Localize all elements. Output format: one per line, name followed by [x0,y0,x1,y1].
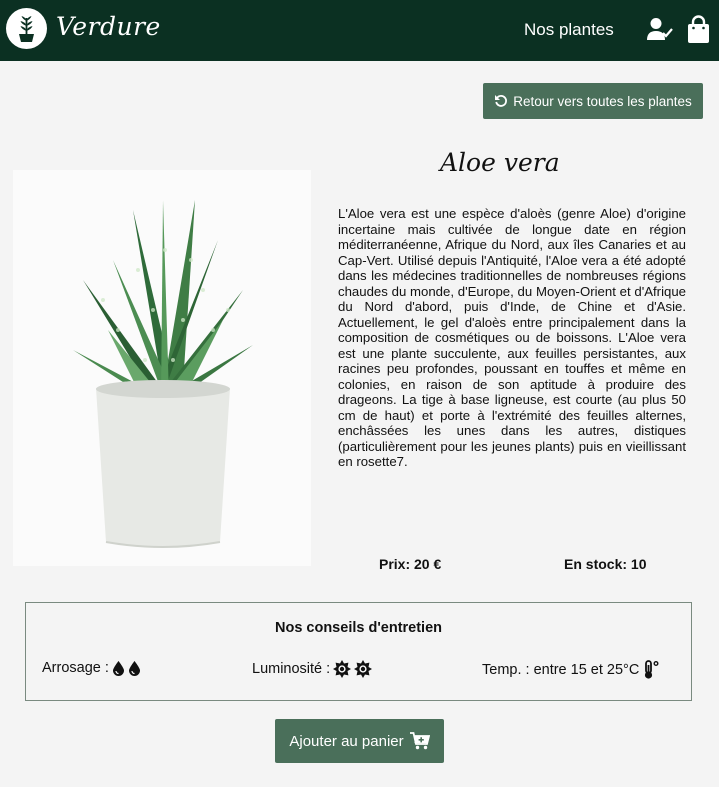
watering-info: Arrosage : [42,660,141,676]
plant-pot-icon[interactable] [6,8,47,49]
add-to-cart-button[interactable]: Ajouter au panier [275,719,444,763]
temperature-label: Temp. : entre 15 et 25°C [482,662,640,678]
product-description: L'Aloe vera est une espèce d'aloès (genr… [338,206,686,469]
nav-link-plants[interactable]: Nos plantes [524,20,614,40]
water-drop-icon [112,661,124,676]
top-navbar: Verdure Nos plantes [0,0,719,61]
shopping-bag-icon[interactable] [687,15,710,48]
add-to-cart-label: Ajouter au panier [289,732,404,750]
back-to-all-plants-button[interactable]: Retour vers toutes les plantes [483,83,703,119]
thermometer-icon [645,660,659,679]
sun-icon [333,660,352,678]
undo-icon [495,95,508,107]
light-info: Luminosité : [252,660,373,678]
back-button-label: Retour vers toutes les plantes [513,93,692,109]
product-stock: En stock: 10 [564,556,647,572]
cart-plus-icon [409,732,430,750]
watering-label: Arrosage : [42,660,109,676]
sun-icon [354,660,373,678]
product-price: Prix: 20 € [379,556,442,572]
temperature-info: Temp. : entre 15 et 25°C [482,660,660,680]
product-image [13,170,311,566]
product-title: Aloe vera [440,148,560,177]
light-label: Luminosité : [252,661,331,677]
user-check-icon[interactable] [647,17,674,46]
care-tips-title: Nos conseils d'entretien [274,620,443,636]
care-tips-panel: Nos conseils d'entretien Arrosage : Lumi… [25,602,692,701]
water-drop-icon [128,661,140,676]
brand-name[interactable]: Verdure [56,12,161,41]
